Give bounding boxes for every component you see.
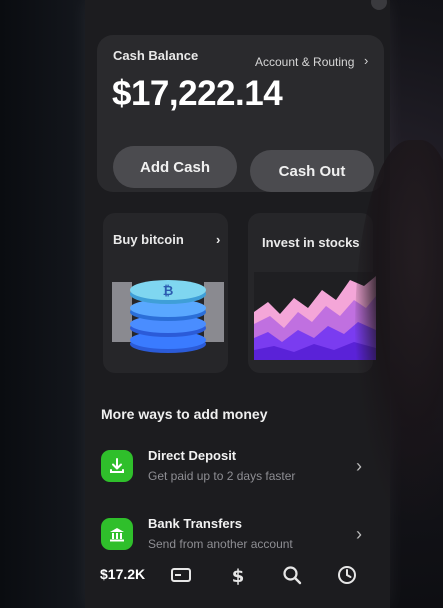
clock-icon[interactable] [336,564,358,586]
dollar-icon[interactable]: $ [227,564,249,586]
add-cash-button[interactable]: Add Cash [113,146,237,188]
svg-text:$: $ [232,566,245,586]
bank-transfers-label: Bank Transfers [148,516,242,531]
invest-stocks-label: Invest in stocks [262,235,360,250]
direct-deposit-row[interactable]: Direct Deposit Get paid up to 2 days fas… [97,442,387,502]
bank-icon [101,518,133,550]
chevron-right-icon: › [356,524,362,544]
chevron-right-icon: › [364,53,369,68]
chevron-right-icon: › [356,456,362,476]
download-icon [101,450,133,482]
account-routing-link[interactable]: Account & Routing [255,55,354,69]
more-ways-title: More ways to add money [101,406,268,422]
tab-balance[interactable]: $17.2K [100,566,145,582]
stocks-chart-icon [254,272,376,360]
buy-bitcoin-label: Buy bitcoin [113,232,184,247]
bitcoin-stack-icon: ₿ [112,280,224,353]
chevron-right-icon: › [216,232,221,247]
background-left [0,0,85,608]
balance-label: Cash Balance [113,48,199,63]
svg-text:₿: ₿ [163,284,174,299]
cash-out-button[interactable]: Cash Out [250,150,374,192]
direct-deposit-label: Direct Deposit [148,448,237,463]
balance-amount: $17,222.14 [112,74,283,113]
direct-deposit-subtitle: Get paid up to 2 days faster [148,469,296,483]
search-icon[interactable] [281,564,303,586]
bank-transfers-subtitle: Send from another account [148,537,293,551]
card-icon[interactable] [170,564,192,586]
